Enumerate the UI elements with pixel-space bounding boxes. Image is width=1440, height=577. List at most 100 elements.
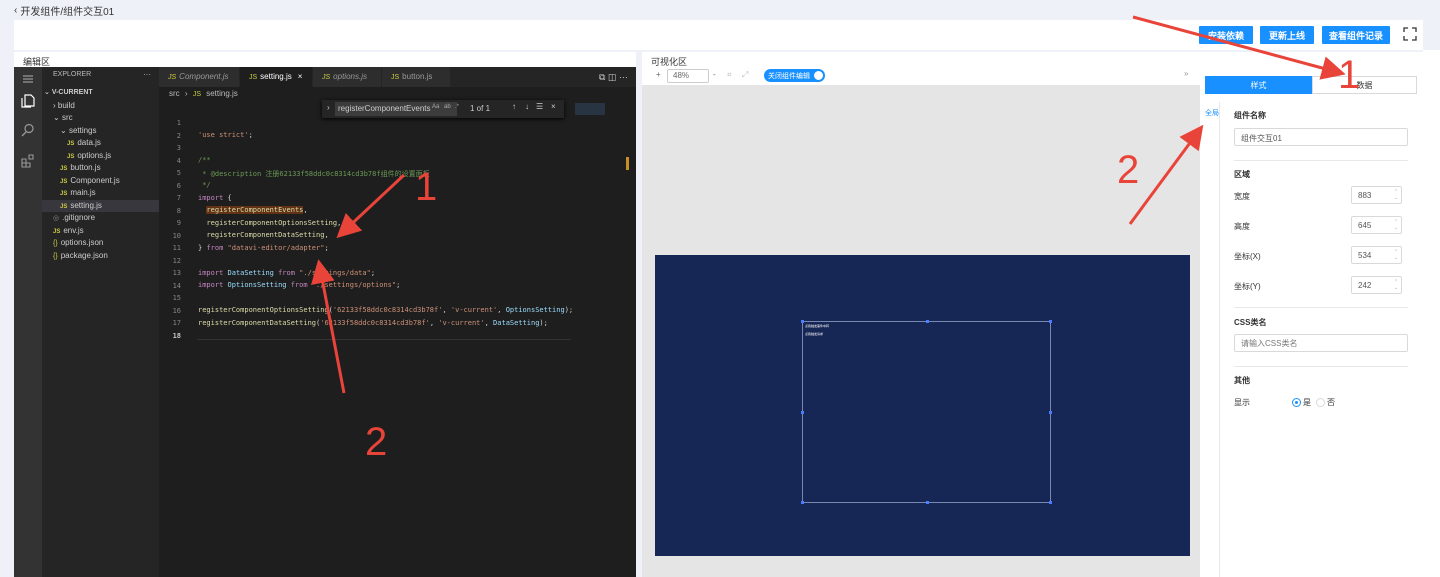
match-case-icon[interactable]: Aa xyxy=(432,104,439,110)
line-number: 15 xyxy=(172,294,181,302)
resize-handle[interactable] xyxy=(926,320,929,323)
code-line: registerComponentDataSetting('62133f58dd… xyxy=(198,318,548,327)
y-label: 坐标(Y) xyxy=(1234,282,1261,291)
activity-bar xyxy=(14,67,42,577)
tab-style[interactable]: 样式 xyxy=(1205,76,1312,94)
code-editor[interactable]: EXPLORER ··· ⌄ V-CURRENT › build ⌄ src ⌄ s… xyxy=(14,67,636,577)
code-line: import { xyxy=(198,193,232,202)
chevron-down-icon: ⌄ xyxy=(53,113,62,122)
resize-handle[interactable] xyxy=(801,320,804,323)
fit-icon[interactable]: ⌗ xyxy=(727,70,732,80)
project-root[interactable]: ⌄ V-CURRENT xyxy=(42,87,159,100)
width-input[interactable]: 883 ⌃ ⌄ xyxy=(1351,186,1402,204)
radio-yes[interactable] xyxy=(1292,398,1301,407)
tab-setting[interactable]: JS setting.js × xyxy=(240,67,312,87)
code-line: import DataSetting from "./settings/data… xyxy=(198,268,376,277)
search-icon[interactable] xyxy=(20,122,36,138)
tab-button[interactable]: JS button.js xyxy=(382,67,450,87)
height-input[interactable]: 645 ⌃ ⌄ xyxy=(1351,216,1402,234)
canvas-text[interactable]: 点我触发请求 xyxy=(805,332,823,336)
line-number: 1 xyxy=(176,119,181,127)
file-breadcrumb[interactable]: src › JS setting.js xyxy=(159,87,636,101)
fullscreen-icon[interactable] xyxy=(1402,26,1418,42)
code-line: 'use strict'; xyxy=(198,131,253,139)
resize-handle[interactable] xyxy=(1049,501,1052,504)
file-tree-item[interactable]: {} options.json xyxy=(42,237,159,250)
find-in-selection-icon[interactable]: ☰ xyxy=(536,102,543,111)
code-line: import OptionsSetting from "./settings/o… xyxy=(198,281,401,289)
radio-no[interactable] xyxy=(1316,398,1325,407)
close-icon[interactable]: × xyxy=(551,102,556,111)
resize-handle[interactable] xyxy=(926,501,929,504)
resize-handle[interactable] xyxy=(801,411,804,414)
collapse-panel-icon[interactable]: » xyxy=(1184,69,1188,78)
annotation-number: 2 xyxy=(365,420,388,464)
zoom-in-icon[interactable]: + xyxy=(656,70,661,79)
split-editor-icon[interactable]: ⧉ ◫ ··· xyxy=(599,72,628,83)
stepper-icon[interactable]: ⌃ ⌄ xyxy=(1394,249,1398,261)
zoom-input[interactable]: 48% xyxy=(667,69,709,83)
file-tree-item[interactable]: JS options.js xyxy=(42,150,159,163)
menu-icon[interactable] xyxy=(20,71,36,87)
whole-word-icon[interactable]: ab xyxy=(444,104,451,110)
global-tag[interactable]: 全局 xyxy=(1205,108,1219,118)
component-name-input[interactable]: 组件交互01 xyxy=(1234,128,1408,146)
file-tree-item[interactable]: JS Component.js xyxy=(42,175,159,188)
find-next-icon[interactable]: ↓ xyxy=(525,102,529,111)
resize-handle[interactable] xyxy=(1049,320,1052,323)
regex-icon[interactable]: .* xyxy=(455,104,459,110)
zoom-out-icon[interactable]: - xyxy=(713,70,716,79)
file-tree-item[interactable]: JS setting.js xyxy=(42,199,159,212)
update-online-button[interactable]: 更新上线 xyxy=(1260,26,1314,44)
line-number: 9 xyxy=(176,219,181,227)
extensions-icon[interactable] xyxy=(20,153,36,169)
breadcrumb[interactable]: ‹ 开发组件/组件交互01 xyxy=(0,0,1440,20)
resize-handle[interactable] xyxy=(801,501,804,504)
stepper-icon[interactable]: ⌃ ⌄ xyxy=(1394,189,1398,201)
css-class-input[interactable] xyxy=(1234,334,1408,352)
file-tree-item[interactable]: {} package.json xyxy=(42,250,159,263)
width-label: 宽度 xyxy=(1234,192,1250,201)
chevron-right-icon[interactable]: › xyxy=(327,103,330,112)
file-tree-item[interactable]: JS env.js xyxy=(42,225,159,238)
file-tree-item[interactable]: ◎ .gitignore xyxy=(42,212,159,225)
file-tree-item[interactable]: ⌄ settings xyxy=(42,125,159,138)
find-prev-icon[interactable]: ↑ xyxy=(512,102,516,111)
annotation-number: 2 xyxy=(1117,148,1140,192)
file-tree-item[interactable]: JS button.js xyxy=(42,162,159,175)
line-number: 17 xyxy=(172,319,181,327)
file-icon: ◎ xyxy=(53,215,60,222)
x-input[interactable]: 534 ⌃ ⌄ xyxy=(1351,246,1402,264)
tab-options[interactable]: JS options.js xyxy=(313,67,381,87)
code-area[interactable]: 1 2 3 4 5 6 7 8 9 10 11 12 13 14 15 16 17 18 'use strict'… xyxy=(159,115,573,340)
radio-yes-label[interactable]: 是 xyxy=(1303,397,1311,408)
file-tree-item[interactable]: JS data.js xyxy=(42,137,159,150)
resize-handle[interactable] xyxy=(1049,411,1052,414)
selected-component[interactable]: 点我触发事件中转 点我触发请求 xyxy=(801,320,1052,504)
install-deps-button[interactable]: 安装依赖 xyxy=(1199,26,1253,44)
close-icon[interactable]: × xyxy=(298,72,303,81)
js-file-icon: JS xyxy=(67,141,75,147)
y-input[interactable]: 242 ⌃ ⌄ xyxy=(1351,276,1402,294)
minimap[interactable] xyxy=(571,101,629,577)
expand-icon[interactable]: ⤢ xyxy=(742,70,748,80)
display-radio-group: 是 否 xyxy=(1292,397,1335,408)
file-tree-item[interactable]: › build xyxy=(42,100,159,113)
breadcrumb-text[interactable]: 开发组件/组件交互01 xyxy=(20,3,114,18)
canvas-text[interactable]: 点我触发事件中转 xyxy=(805,324,829,328)
line-number: 7 xyxy=(176,194,181,202)
stepper-icon[interactable]: ⌃ ⌄ xyxy=(1394,219,1398,231)
file-tree-item[interactable]: JS main.js xyxy=(42,187,159,200)
view-records-button[interactable]: 查看组件记录 xyxy=(1322,26,1390,44)
editor-tabs: JS Component.js JS setting.js × JS options.j… xyxy=(159,67,636,87)
chevron-left-icon[interactable]: ‹ xyxy=(14,5,17,16)
tab-component[interactable]: JS Component.js xyxy=(159,67,239,87)
more-icon[interactable]: ··· xyxy=(143,70,151,79)
tab-data[interactable]: 数据 xyxy=(1312,76,1417,94)
file-tree-item[interactable]: ⌄ src xyxy=(42,112,159,125)
edit-toggle[interactable]: 关闭组件编辑 xyxy=(764,69,825,82)
stepper-icon[interactable]: ⌃ ⌄ xyxy=(1394,279,1398,291)
files-icon[interactable] xyxy=(20,93,36,109)
radio-no-label[interactable]: 否 xyxy=(1327,397,1335,408)
chevron-down-icon: ⌄ xyxy=(44,89,52,96)
